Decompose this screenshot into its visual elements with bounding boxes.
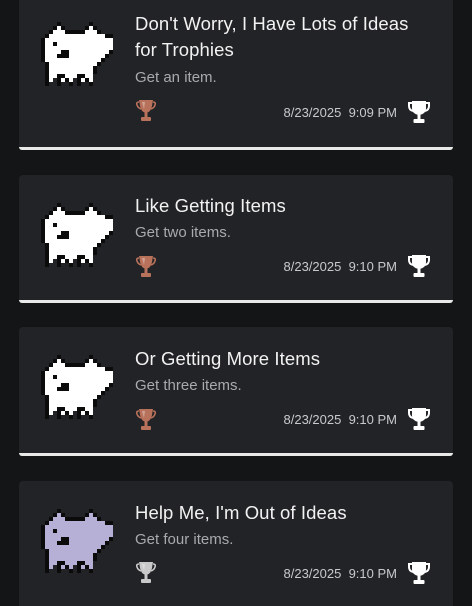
trophy-title: Like Getting Items	[135, 195, 286, 216]
trophy-description: Get two items.	[135, 224, 231, 241]
trophy-title: Don't Worry, I Have Lots of Ideas for Tr…	[135, 13, 409, 60]
white-trophy-icon	[408, 254, 430, 278]
annoying-dog-icon	[41, 509, 113, 577]
trophy-description: Get an item.	[135, 69, 217, 86]
white-trophy-icon	[408, 561, 430, 585]
bronze-trophy-icon	[136, 406, 156, 432]
white-trophy-icon	[408, 407, 430, 431]
trophy-title: Or Getting More Items	[135, 348, 321, 369]
white-trophy-icon	[408, 100, 430, 124]
earned-timestamp: 8/23/2025 9:10 PM	[283, 412, 398, 427]
trophy-list: Don't Worry, I Have Lots of Ideas for Tr…	[0, 0, 472, 606]
earned-timestamp: 8/23/2025 9:10 PM	[283, 566, 398, 581]
card-underline	[19, 147, 453, 150]
trophy-description: Get three items.	[135, 377, 242, 394]
silver-trophy-icon	[136, 559, 156, 585]
trophy-card[interactable]: Like Getting Items Get two items. 8/23/2…	[19, 175, 453, 303]
earned-timestamp: 8/23/2025 9:09 PM	[283, 105, 398, 120]
card-underline	[19, 300, 453, 303]
trophy-title: Help Me, I'm Out of Ideas	[135, 502, 347, 523]
card-underline	[19, 453, 453, 456]
trophy-description: Get four items.	[135, 531, 234, 548]
annoying-dog-icon	[41, 203, 113, 271]
earned-timestamp: 8/23/2025 9:10 PM	[283, 259, 398, 274]
trophy-card[interactable]: Help Me, I'm Out of Ideas Get four items…	[19, 481, 453, 606]
annoying-dog-icon	[41, 22, 113, 90]
trophy-card[interactable]: Don't Worry, I Have Lots of Ideas for Tr…	[19, 0, 453, 150]
annoying-dog-icon	[41, 355, 113, 423]
trophy-card[interactable]: Or Getting More Items Get three items. 8…	[19, 327, 453, 456]
bronze-trophy-icon	[136, 97, 156, 123]
bronze-trophy-icon	[136, 253, 156, 279]
